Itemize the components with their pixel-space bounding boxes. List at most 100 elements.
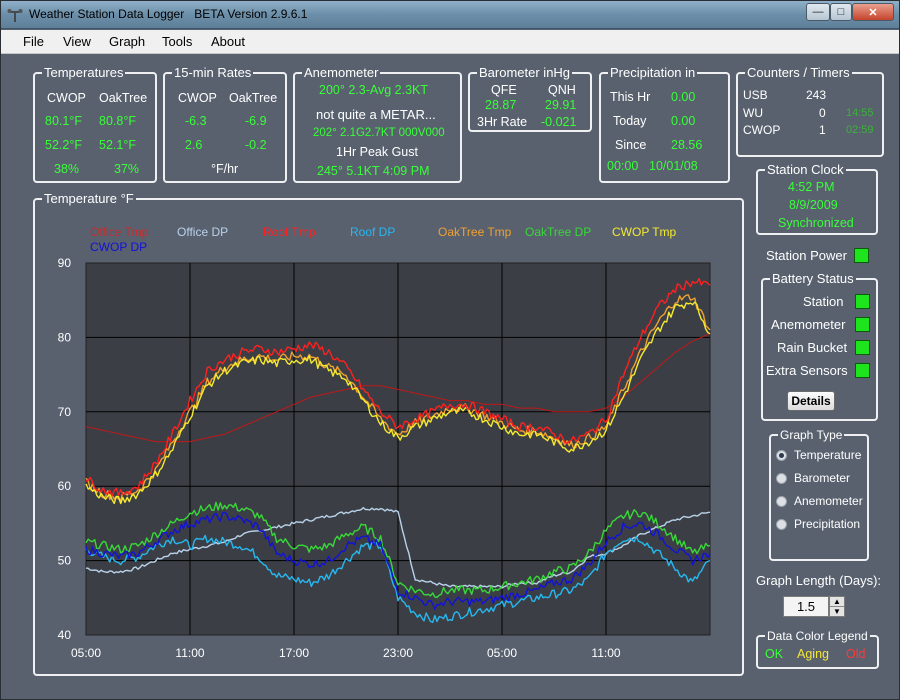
cwop-temp-rate: -6.3 — [185, 114, 207, 128]
battery-status-panel: Battery Status Station Anemometer Rain B… — [761, 271, 878, 421]
x-tick-label: 11:00 — [591, 646, 620, 660]
temperature-chart: Office Tmp Office DP Roof Tmp Roof DP OakTre… — [58, 225, 711, 660]
counter-wu-label: WU — [743, 106, 763, 120]
radio-barometer-label[interactable]: Barometer — [794, 471, 850, 485]
rates-col-cwop: CWOP — [178, 91, 217, 105]
graph-type-panel: Graph Type Temperature Barometer Anemome… — [769, 427, 869, 561]
precip-hour-value: 0.00 — [671, 90, 696, 104]
radio-anemometer-label[interactable]: Anemometer — [794, 494, 863, 508]
app-window: Weather Station Data Logger BETA Version… — [0, 0, 900, 700]
oaktree-humidity: 37% — [114, 162, 140, 176]
radio-precipitation-label[interactable]: Precipitation — [794, 517, 860, 531]
battery-extra-sensors-label: Extra Sensors — [766, 363, 848, 378]
details-button[interactable]: Details — [787, 391, 835, 411]
qnh-label: QNH — [548, 83, 576, 97]
qfe-value: 28.87 — [485, 98, 517, 112]
close-icon: ✕ — [868, 6, 878, 19]
cwop-temp: 80.1°F — [45, 114, 82, 128]
menu-view[interactable]: View — [63, 34, 91, 49]
counter-usb-count: 243 — [806, 88, 827, 102]
oaktree-dp-rate: -0.2 — [245, 138, 267, 152]
minimize-icon: — — [812, 6, 824, 18]
battery-extra-sensors-indicator — [855, 363, 870, 378]
legend-entry: Office Tmp — [90, 225, 149, 239]
rates-col-oaktree: OakTree — [229, 91, 278, 105]
y-tick-label: 90 — [58, 256, 72, 270]
battery-rain-bucket-label: Rain Bucket — [777, 340, 848, 355]
radio-temperature-label[interactable]: Temperature — [794, 448, 861, 462]
maximize-button[interactable]: □ — [830, 3, 852, 21]
graph-length-input[interactable]: 1.5 — [783, 596, 829, 617]
window-title: Weather Station Data Logger BETA Version… — [29, 7, 308, 21]
menu-bar: File View Graph Tools About — [1, 30, 899, 54]
menu-graph[interactable]: Graph — [109, 34, 145, 49]
clock-sync-status: Synchronized — [778, 216, 854, 230]
peak-gust-label: 1Hr Peak Gust — [336, 145, 418, 159]
temperatures-title: Temperatures — [42, 65, 126, 81]
counter-usb-label: USB — [743, 88, 768, 102]
stepper-down-icon[interactable]: ▼ — [830, 607, 844, 617]
counter-wu-count: 0 — [819, 106, 826, 120]
legend-entry: Roof DP — [350, 225, 395, 239]
y-tick-label: 80 — [58, 330, 72, 344]
stepper-up-icon[interactable]: ▲ — [830, 597, 844, 607]
pressure-rate-value: -0.021 — [541, 115, 577, 129]
legend-entry: OakTree Tmp — [438, 225, 512, 239]
anemometer-title: Anemometer — [302, 65, 381, 81]
counters-title: Counters / Timers — [745, 65, 852, 81]
menu-file[interactable]: File — [23, 34, 44, 49]
battery-rain-bucket-indicator — [855, 340, 870, 355]
radio-temperature[interactable] — [776, 450, 787, 461]
x-tick-label: 05:00 — [487, 646, 517, 660]
battery-anemometer-label: Anemometer — [771, 317, 846, 332]
barometer-title: Barometer inHg — [477, 65, 573, 81]
legend-entry: Office DP — [177, 225, 228, 239]
precip-today-label: Today — [613, 114, 647, 128]
anemometer-app-icon — [7, 9, 23, 22]
precip-since-date: 10/01/08 — [649, 159, 698, 173]
pressure-rate-label: 3Hr Rate — [477, 115, 528, 129]
counter-cwop-timer: 02:59 — [846, 124, 874, 136]
radio-barometer[interactable] — [776, 473, 787, 484]
minimize-button[interactable]: — — [806, 3, 830, 21]
rates-title: 15-min Rates — [172, 65, 254, 81]
graph-length-stepper[interactable]: ▲ ▼ — [829, 596, 845, 617]
oaktree-temp-rate: -6.9 — [245, 114, 267, 128]
station-clock-panel: Station Clock 4:52 PM 8/9/2009 Synchroni… — [756, 162, 878, 235]
menu-tools[interactable]: Tools — [162, 34, 192, 49]
battery-station-indicator — [855, 294, 870, 309]
counter-cwop-label: CWOP — [743, 123, 781, 137]
rates-panel: 15-min Rates CWOP OakTree -6.3 -6.9 2.6 … — [163, 65, 287, 183]
legend-entry: CWOP DP — [90, 240, 147, 254]
x-tick-label: 23:00 — [383, 646, 413, 660]
clock-date: 8/9/2009 — [789, 198, 838, 212]
graph-length-label: Graph Length (Days): — [756, 573, 882, 588]
legend-old: Old — [846, 647, 866, 661]
radio-precipitation[interactable] — [776, 519, 787, 530]
precipitation-title: Precipitation in — [608, 65, 698, 81]
y-tick-label: 40 — [58, 628, 72, 642]
battery-anemometer-indicator — [855, 317, 870, 332]
counter-cwop-count: 1 — [819, 123, 826, 137]
metar-label: not quite a METAR... — [316, 107, 436, 122]
radio-anemometer[interactable] — [776, 496, 787, 507]
y-tick-label: 70 — [58, 405, 72, 419]
oaktree-temp: 80.8°F — [99, 114, 136, 128]
menu-about[interactable]: About — [211, 34, 245, 49]
anemometer-panel: Anemometer 200° 2.3-Avg 2.3KT not quite … — [293, 65, 462, 183]
cwop-humidity: 38% — [54, 162, 80, 176]
close-button[interactable]: ✕ — [852, 3, 894, 21]
precip-since-value: 28.56 — [671, 138, 703, 152]
temp-col-cwop: CWOP — [47, 91, 86, 105]
qfe-label: QFE — [491, 83, 517, 97]
cwop-dewpoint: 52.2°F — [45, 138, 82, 152]
y-tick-label: 60 — [58, 479, 72, 493]
barometer-panel: Barometer inHg QFE QNH 28.87 29.91 3Hr R… — [468, 65, 592, 132]
temp-col-oaktree: OakTree — [99, 91, 148, 105]
precip-hour-label: This Hr — [610, 90, 651, 104]
station-power-indicator — [854, 248, 869, 263]
qnh-value: 29.91 — [545, 98, 577, 112]
legend-entry: Roof Tmp — [263, 225, 316, 239]
peak-gust-value: 245° 5.1KT 4:09 PM — [317, 164, 430, 178]
title-bar: Weather Station Data Logger BETA Version… — [1, 1, 899, 29]
